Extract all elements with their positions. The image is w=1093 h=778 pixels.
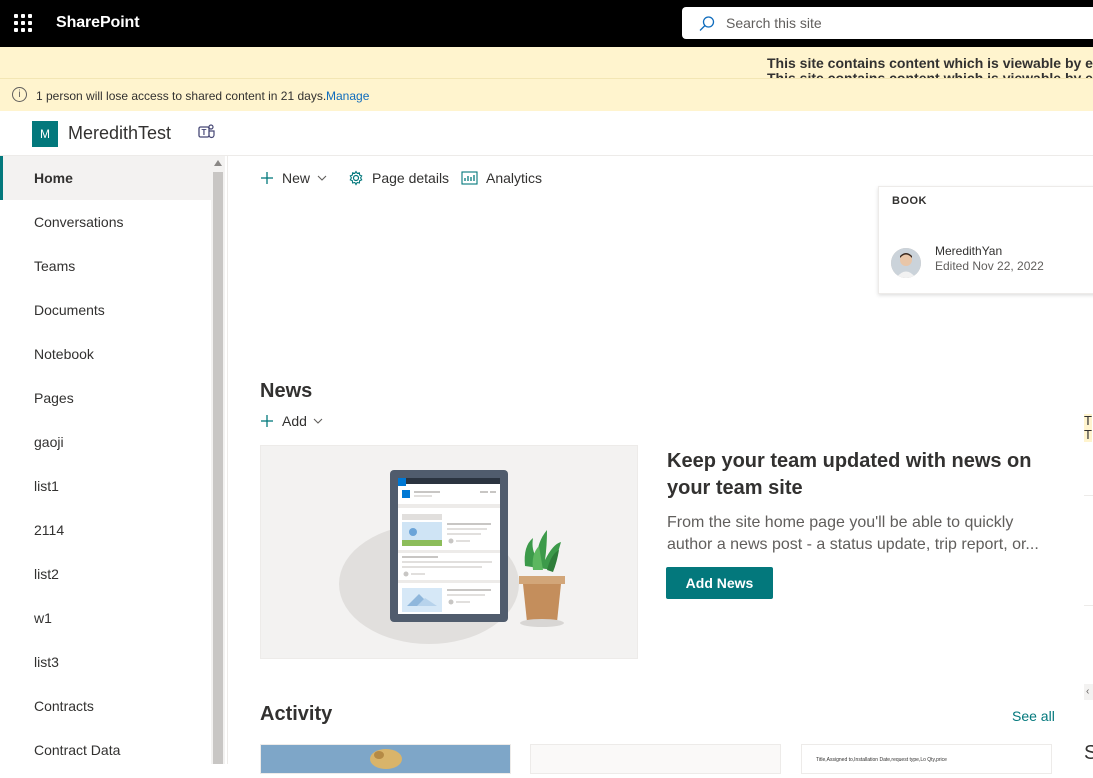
access-message: 1 person will lose access to shared cont… (36, 89, 327, 103)
search-box[interactable] (682, 7, 1093, 39)
analytics-button[interactable]: Analytics (461, 168, 542, 188)
divider (1084, 605, 1093, 606)
highlighted-content-card[interactable]: BOOK MeredithYan Edited Nov 22, 2022 (878, 186, 1093, 294)
card-author: MeredithYan (935, 244, 1003, 258)
card-edited-date: Edited Nov 22, 2022 (935, 259, 1044, 273)
nav-scrollbar[interactable] (211, 156, 225, 764)
teams-icon[interactable]: T (198, 124, 216, 140)
content-divider (227, 156, 228, 764)
add-label: Add (282, 413, 307, 429)
plus-icon (261, 172, 273, 184)
site-title[interactable]: MeredithTest (68, 123, 171, 144)
cropped-text-2: T (1084, 427, 1092, 442)
nav-item-conversations[interactable]: Conversations (0, 200, 211, 244)
cropped-section-title: S (1084, 742, 1093, 764)
cropped-web-part-text: T T (1084, 414, 1092, 442)
activity-card[interactable] (260, 744, 511, 774)
external-sharing-text: This site contains content which is view… (767, 55, 1093, 71)
tablet-plant-illustration (339, 470, 565, 644)
svg-text:T: T (202, 128, 207, 137)
nav-item-list3[interactable]: list3 (0, 640, 211, 684)
cropped-text-1: T (1084, 413, 1092, 428)
search-input[interactable] (726, 13, 1066, 33)
info-icon: i (12, 87, 27, 102)
page-details-button[interactable]: Page details (348, 168, 449, 188)
nav-item-pages[interactable]: Pages (0, 376, 211, 420)
nav-item-w1[interactable]: w1 (0, 596, 211, 640)
nav-item-home[interactable]: Home (0, 156, 211, 200)
analytics-icon (461, 171, 478, 185)
nav-item-notebook[interactable]: Notebook (0, 332, 211, 376)
avatar (891, 248, 921, 278)
news-section-title: News (260, 380, 313, 402)
nav-item-list1[interactable]: list1 (0, 464, 211, 508)
new-button[interactable]: New (260, 168, 327, 188)
divider (1084, 495, 1093, 496)
page-details-label: Page details (372, 170, 450, 186)
scroll-up-arrow-icon[interactable] (214, 160, 222, 166)
gear-icon (349, 170, 363, 186)
news-placeholder-image (260, 445, 638, 659)
site-header: M MeredithTest T (0, 111, 1093, 156)
nav-item-teams[interactable]: Teams (0, 244, 211, 288)
suite-bar: SharePoint (0, 0, 1093, 47)
external-sharing-text-repeat: This site contains content which is view… (767, 70, 1093, 78)
plus-icon (261, 415, 273, 427)
chevron-down-icon (313, 418, 323, 424)
manage-link[interactable]: Manage (326, 89, 369, 103)
card-category: BOOK (892, 195, 927, 207)
person-avatar-icon (891, 248, 921, 278)
external-sharing-banner: This site contains content which is view… (0, 47, 1093, 78)
nav-item-contract-data[interactable]: Contract Data (0, 728, 211, 772)
brand-name[interactable]: SharePoint (56, 14, 140, 32)
activity-card[interactable] (530, 744, 781, 774)
analytics-label: Analytics (486, 170, 543, 186)
activity-card[interactable]: Title,Assigned to,Installation Date,requ… (801, 744, 1052, 774)
left-navigation: Home Conversations Teams Documents Noteb… (0, 156, 211, 764)
chevron-left-icon[interactable]: ‹ (1084, 684, 1093, 700)
activity-section-title: Activity (260, 703, 333, 725)
nav-item-documents[interactable]: Documents (0, 288, 211, 332)
nav-item-list2[interactable]: list2 (0, 552, 211, 596)
nav-item-2114[interactable]: 2114 (0, 508, 211, 552)
nav-item-gaoji[interactable]: gaoji (0, 420, 211, 464)
search-icon (699, 16, 715, 31)
nav-item-contracts[interactable]: Contracts (0, 684, 211, 728)
add-news-dropdown[interactable]: Add (260, 413, 331, 429)
access-info-bar: i 1 person will lose access to shared co… (0, 78, 1093, 111)
nav-scrollbar-thumb[interactable] (213, 172, 223, 764)
activity-card-doc-preview: Title,Assigned to,Installation Date,requ… (816, 757, 947, 763)
add-news-button[interactable]: Add News (666, 567, 773, 599)
activity-card-thumbnail (261, 745, 510, 773)
chevron-down-icon (317, 175, 327, 181)
see-all-link[interactable]: See all (1012, 708, 1055, 724)
site-logo[interactable]: M (32, 121, 58, 147)
app-launcher-icon[interactable] (14, 14, 32, 32)
new-button-label: New (282, 170, 311, 186)
news-headline: Keep your team updated with news on your… (667, 450, 1032, 499)
news-description: From the site home page you'll be able t… (667, 514, 1039, 553)
